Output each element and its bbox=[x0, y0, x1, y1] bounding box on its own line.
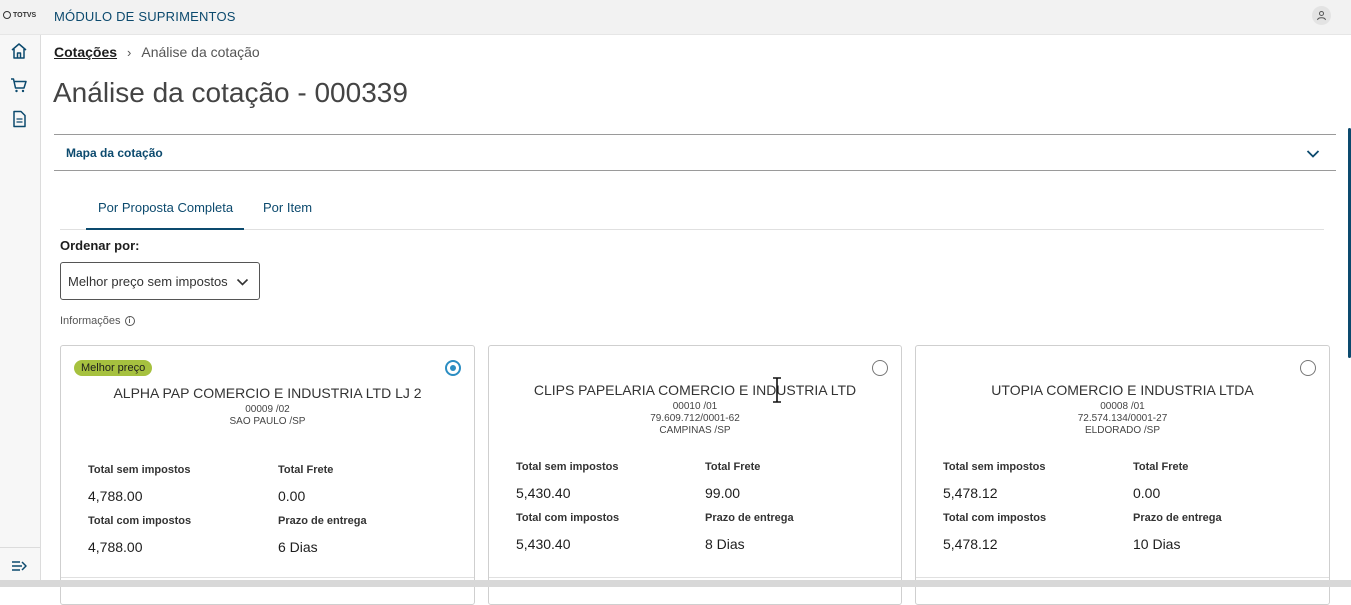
supplier-city: ELDORADO /SP bbox=[1084, 425, 1161, 436]
total-frete-label: Total Frete bbox=[278, 464, 334, 476]
logo-mark-icon bbox=[3, 11, 11, 19]
total-sem-impostos-label: Total sem impostos bbox=[943, 461, 1046, 473]
supplier-name: UTOPIA COMERCIO E INDUSTRIA LTDA bbox=[991, 382, 1254, 398]
accordion-label: Mapa da cotação bbox=[66, 146, 163, 160]
tab-por-item[interactable]: Por Item bbox=[251, 188, 321, 230]
chevron-down-icon bbox=[236, 275, 249, 290]
document-icon[interactable] bbox=[10, 110, 28, 128]
order-label: Ordenar por: bbox=[60, 238, 140, 253]
prazo-entrega-value: 10 Dias bbox=[1133, 536, 1181, 552]
supplier-cnpj: 79.609.712/0001-62 bbox=[650, 413, 740, 424]
sidebar bbox=[0, 35, 41, 587]
text-cursor-icon bbox=[771, 377, 783, 403]
totvs-logo[interactable]: TOTVS bbox=[3, 11, 36, 19]
total-sem-impostos-value: 5,430.40 bbox=[516, 485, 571, 501]
select-radio[interactable] bbox=[872, 360, 888, 376]
module-title: MÓDULO DE SUPRIMENTOS bbox=[54, 9, 236, 24]
page-title: Análise da cotação - 000339 bbox=[53, 77, 408, 108]
total-frete-value: 0.00 bbox=[278, 488, 306, 504]
select-radio[interactable] bbox=[1300, 360, 1316, 376]
supplier-city: CAMPINAS /SP bbox=[659, 425, 731, 436]
supplier-name: CLIPS PAPELARIA COMERCIO E INDUSTRIA LTD bbox=[533, 382, 857, 398]
total-frete-value: 0.00 bbox=[1133, 485, 1161, 501]
top-bar: TOTVS MÓDULO DE SUPRIMENTOS bbox=[0, 0, 1351, 35]
info-label[interactable]: Informações i bbox=[60, 315, 135, 327]
supplier-city: SAO PAULO /SP bbox=[229, 416, 306, 427]
total-frete-value: 99.00 bbox=[705, 485, 741, 501]
breadcrumb: Cotações › Análise da cotação bbox=[54, 44, 260, 60]
total-sem-impostos-label: Total sem impostos bbox=[88, 464, 191, 476]
total-com-impostos-value: 4,788.00 bbox=[88, 539, 143, 555]
supplier-code: 00010 /01 bbox=[672, 401, 718, 412]
cart-icon[interactable] bbox=[10, 76, 28, 94]
card-divider bbox=[61, 577, 474, 578]
prazo-entrega-label: Prazo de entrega bbox=[1133, 512, 1222, 524]
total-sem-impostos-label: Total sem impostos bbox=[516, 461, 619, 473]
card-divider bbox=[916, 577, 1329, 578]
supplier-code: 00008 /01 bbox=[1100, 401, 1145, 412]
horizontal-scrollbar[interactable] bbox=[0, 580, 1351, 587]
tab-por-proposta-completa[interactable]: Por Proposta Completa bbox=[86, 188, 244, 230]
breadcrumb-link-cotacoes[interactable]: Cotações bbox=[54, 44, 117, 60]
info-icon[interactable]: i bbox=[124, 316, 135, 326]
order-select[interactable]: Melhor preço sem impostos bbox=[60, 262, 260, 300]
total-sem-impostos-value: 5,478.12 bbox=[943, 485, 998, 501]
supplier-card[interactable]: UTOPIA COMERCIO E INDUSTRIA LTDA 00008 /… bbox=[915, 345, 1330, 605]
chevron-down-icon[interactable] bbox=[1306, 146, 1320, 164]
total-com-impostos-value: 5,430.40 bbox=[516, 536, 571, 552]
info-text: Informações bbox=[60, 315, 121, 327]
total-sem-impostos-value: 4,788.00 bbox=[88, 488, 143, 504]
prazo-entrega-label: Prazo de entrega bbox=[705, 512, 794, 524]
user-profile-icon[interactable] bbox=[1312, 6, 1331, 25]
sidebar-divider bbox=[0, 547, 40, 548]
supplier-code: 00009 /02 bbox=[245, 404, 290, 415]
prazo-entrega-value: 6 Dias bbox=[278, 539, 318, 555]
supplier-card[interactable]: Melhor preço ALPHA PAP COMERCIO E INDUST… bbox=[60, 345, 475, 605]
order-select-value: Melhor preço sem impostos bbox=[68, 273, 228, 289]
supplier-cnpj: 72.574.134/0001-27 bbox=[1077, 413, 1168, 424]
supplier-name: ALPHA PAP COMERCIO E INDUSTRIA LTD LJ 2 bbox=[113, 385, 422, 401]
supplier-card[interactable]: CLIPS PAPELARIA COMERCIO E INDUSTRIA LTD… bbox=[488, 345, 902, 605]
logo-text: TOTVS bbox=[13, 11, 37, 19]
prazo-entrega-value: 8 Dias bbox=[705, 536, 745, 552]
breadcrumb-current: Análise da cotação bbox=[141, 44, 260, 60]
total-com-impostos-label: Total com impostos bbox=[516, 512, 620, 524]
breadcrumb-separator-icon: › bbox=[127, 44, 132, 60]
card-divider bbox=[489, 577, 901, 578]
menu-collapse-icon[interactable] bbox=[10, 557, 28, 575]
total-frete-label: Total Frete bbox=[1133, 461, 1189, 473]
accordion-mapa-cotacao[interactable]: Mapa da cotação bbox=[54, 134, 1336, 171]
home-icon[interactable] bbox=[10, 42, 28, 60]
tab-bar: Por Proposta Completa Por Item bbox=[60, 188, 1324, 230]
best-price-badge: Melhor preço bbox=[74, 360, 153, 376]
total-com-impostos-label: Total com impostos bbox=[943, 512, 1047, 524]
select-radio[interactable] bbox=[445, 360, 461, 376]
total-frete-label: Total Frete bbox=[705, 461, 761, 473]
total-com-impostos-value: 5,478.12 bbox=[943, 536, 998, 552]
total-com-impostos-label: Total com impostos bbox=[88, 515, 192, 527]
prazo-entrega-label: Prazo de entrega bbox=[278, 515, 367, 527]
